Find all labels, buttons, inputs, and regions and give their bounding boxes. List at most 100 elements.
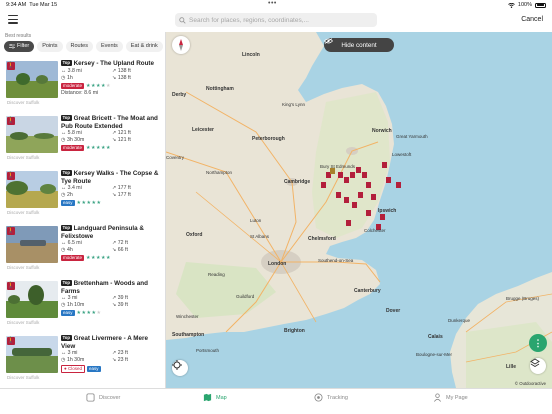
chip-points[interactable]: Points — [37, 41, 63, 52]
route-thumbnail: 🚶 — [6, 226, 58, 263]
route-duration: 1h 30m — [66, 357, 85, 363]
tab-tracking[interactable]: Tracking — [314, 393, 348, 402]
place-label: Derby — [172, 92, 187, 98]
place-label: Brugge (Bruges) — [506, 296, 540, 301]
ascent-icon: ↗ — [112, 67, 117, 74]
route-ascent: 121 ft — [117, 130, 131, 136]
difficulty-badge: moderate — [61, 255, 85, 261]
search-input[interactable] — [189, 16, 374, 24]
tab-discover[interactable]: Discover — [86, 393, 120, 402]
cancel-button[interactable]: Cancel — [521, 16, 543, 23]
multitask-dots-icon[interactable]: ••• — [268, 0, 277, 7]
compass-icon[interactable] — [172, 36, 190, 54]
place-label: Dover — [386, 308, 401, 314]
search-icon — [179, 16, 186, 24]
difficulty-badge: easy — [86, 366, 101, 372]
route-title: Top Kersey Walks - The Copse & Tye Route — [61, 170, 159, 185]
route-descent: 66 ft — [117, 247, 128, 253]
chip-eat-drink[interactable]: Eat & drink — [125, 41, 163, 52]
top-bar: Cancel — [0, 10, 552, 32]
map-icon — [203, 393, 212, 402]
route-title: Top Landguard Peninsula & Felixstowe — [61, 225, 144, 240]
hiking-icon: 🚶 — [7, 117, 15, 125]
search-bar[interactable] — [175, 13, 377, 27]
tab-my-page[interactable]: My Page — [433, 393, 468, 402]
place-label: Portsmouth — [196, 348, 220, 353]
hiking-icon: 🚶 — [7, 337, 15, 345]
route-length: 3.4 mi — [67, 185, 82, 191]
place-label: Colchester — [364, 228, 386, 233]
locate-me-icon[interactable] — [172, 360, 188, 376]
list-item[interactable]: 🚶 Discover Suffolk Top Landguard Peninsul… — [0, 224, 165, 279]
filter-button[interactable]: Filter — [4, 41, 35, 52]
route-thumbnail: 🚶 — [6, 281, 58, 318]
map-attribution[interactable]: © Outdooractive — [515, 381, 546, 386]
menu-icon[interactable] — [8, 15, 18, 24]
route-descent: 121 ft — [117, 137, 131, 143]
hiking-icon: 🚶 — [7, 172, 15, 180]
route-descent: 23 ft — [117, 357, 128, 363]
place-label: Lincoln — [242, 52, 260, 58]
battery-percent: 100% — [517, 2, 532, 8]
place-label: Boulogne-sur-Mer — [416, 352, 453, 357]
place-label: Winchester — [176, 314, 199, 319]
place-label: King's Lynn — [282, 102, 305, 107]
route-source: Discover Suffolk — [7, 155, 40, 160]
place-label: Calais — [428, 334, 443, 340]
discover-icon — [86, 393, 95, 402]
route-ascent: 138 ft — [117, 67, 131, 74]
route-descent: 39 ft — [117, 302, 128, 308]
route-length: 3.8 mi — [67, 67, 82, 74]
place-label: Norwich — [372, 128, 392, 134]
list-item[interactable]: 🚶 Discover Suffolk Top Great Bricett - Th… — [0, 114, 165, 169]
route-source: Discover Suffolk — [7, 210, 40, 215]
status-bar: 9:34 AM Tue Mar 15 ••• 100% — [0, 0, 552, 10]
route-descent: 138 ft — [117, 74, 131, 81]
place-label: Ipswich — [378, 208, 397, 214]
list-item[interactable]: 🚶 Discover Suffolk Top Brettenham - Woods… — [0, 279, 165, 334]
route-thumbnail: 🚶 — [6, 336, 58, 373]
route-duration: 2h — [66, 192, 73, 198]
chip-routes[interactable]: Routes — [65, 41, 93, 52]
tab-bar: Discover Map Tracking My Page — [0, 388, 552, 414]
place-label: Reading — [208, 272, 225, 277]
hide-content-button[interactable]: Hide content — [324, 38, 394, 52]
route-source: Discover Suffolk — [7, 375, 40, 380]
route-title: Top Great Bricett - The Moat and Pub Rout… — [61, 115, 158, 130]
map-view[interactable]: Derby Nottingham Lincoln Norwich Great Y… — [166, 32, 552, 388]
tracking-icon — [314, 393, 323, 402]
place-label: Luton — [250, 218, 262, 223]
route-distance: Distance: 8.6 mi — [61, 89, 99, 96]
place-label: Southampton — [172, 332, 205, 338]
chip-events[interactable]: Events — [95, 41, 123, 52]
route-duration: 1h 10m — [66, 302, 85, 308]
rating-stars: ★★★★★ — [76, 200, 102, 206]
list-item[interactable]: 🚶 Discover Suffolk Top Great Livermere - … — [0, 334, 165, 388]
hiking-icon: 🚶 — [7, 227, 15, 235]
list-item[interactable]: 🚶 Discover Suffolk Top Kersey Walks - The… — [0, 169, 165, 224]
route-source: Discover Suffolk — [7, 320, 40, 325]
place-label: Leicester — [192, 127, 214, 133]
layers-icon[interactable] — [530, 358, 546, 374]
eye-off-icon — [324, 38, 333, 44]
section-label: Best results — [5, 33, 32, 39]
route-title: Top Kersey - The Upland Route — [61, 60, 155, 67]
results-sidebar: Best results Filter Points Routes Events… — [0, 32, 166, 388]
tab-map[interactable]: Map — [203, 393, 227, 402]
route-length: 6.5 mi — [67, 240, 82, 246]
place-label: Lowestoft — [392, 152, 412, 157]
route-title: Top Brettenham - Woods and Farms — [61, 280, 148, 295]
place-label: Coventry — [166, 155, 185, 160]
more-options-button[interactable]: ⋮ — [529, 334, 547, 352]
difficulty-badge: moderate — [61, 82, 85, 89]
rating-stars: ★★★★★ — [76, 310, 102, 316]
place-label: Chelmsford — [308, 236, 336, 242]
place-label: Southend-on-Sea — [318, 258, 354, 263]
list-item[interactable]: 🚶 Discover Suffolk Top Kersey - The Uplan… — [0, 59, 165, 114]
difficulty-badge: easy — [61, 200, 75, 206]
route-descent: 177 ft — [117, 192, 131, 198]
route-ascent: 23 ft — [117, 350, 128, 356]
route-source: Discover Suffolk — [7, 100, 40, 105]
route-length: 3 mi — [67, 295, 78, 301]
place-label: Guildford — [236, 294, 255, 299]
